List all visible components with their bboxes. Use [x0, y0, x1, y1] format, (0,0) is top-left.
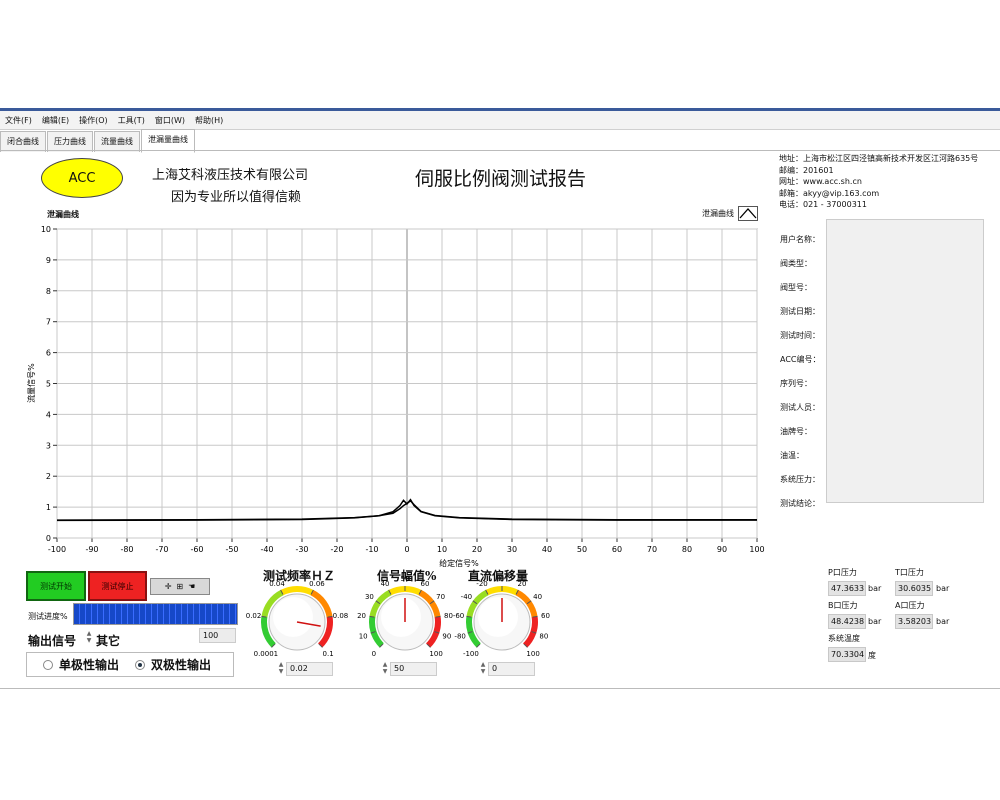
- frequency-gauge-tick-label: 0.06: [309, 580, 325, 588]
- amplitude-value[interactable]: 50: [390, 662, 437, 676]
- amplitude-gauge-tick-label: 10: [359, 633, 368, 641]
- offset-gauge-tick-label: 60: [541, 612, 550, 620]
- frequency-gauge-tick-label: 0.0001: [254, 650, 279, 658]
- gauge-dials: 0.0001 0.02 0.04 0.06 0.08 0.1 0 10 20 30 40 50 60 70…: [246, 575, 550, 658]
- amplitude-gauge-tick-label: 60: [421, 580, 430, 588]
- offset-gauge-tick-label: 20: [518, 580, 527, 588]
- offset-gauge-tick-label: -20: [476, 580, 487, 588]
- amplitude-gauge-tick-label: 80: [444, 612, 453, 620]
- frequency-spinner[interactable]: ▲ ▼: [277, 661, 285, 675]
- offset-gauge-tick-label: 80: [539, 633, 548, 641]
- amplitude-gauge-tick-label: 70: [436, 593, 445, 601]
- amplitude-gauge-highlight: [381, 597, 421, 637]
- amplitude-gauge-tick-label: 0: [372, 650, 376, 658]
- offset-gauge-tick-label: 40: [533, 593, 542, 601]
- offset-gauge-tick-label: -60: [453, 612, 464, 620]
- frequency-value[interactable]: 0.02: [286, 662, 333, 676]
- frequency-gauge-tick-label: 0.02: [246, 612, 262, 620]
- amplitude-gauge-tick-label: 30: [365, 593, 374, 601]
- frequency-gauge-arc: [280, 586, 314, 596]
- frequency-gauge-highlight: [273, 597, 313, 637]
- amplitude-gauge-tick-label: 40: [381, 580, 390, 588]
- offset-gauge-tick-label: -100: [463, 650, 479, 658]
- offset-gauge-tick-label: -80: [454, 633, 465, 641]
- amplitude-gauge-tick-label: 100: [429, 650, 442, 658]
- offset-gauge-highlight: [478, 597, 518, 637]
- amplitude-gauge-tick-label: 90: [442, 633, 451, 641]
- frequency-gauge-tick-label: 0.1: [323, 650, 334, 658]
- amplitude-gauge-tick-label: 20: [357, 612, 366, 620]
- offset-gauge-tick-label: -40: [461, 593, 472, 601]
- amplitude-gauge-tick-label: 50: [401, 575, 410, 583]
- amplitude-spinner[interactable]: ▲ ▼: [381, 661, 389, 675]
- frequency-gauge-tick-label: 0.04: [269, 580, 285, 588]
- offset-gauge-tick-label: 0: [500, 575, 504, 583]
- offset-spinner[interactable]: ▲ ▼: [479, 661, 487, 675]
- offset-value[interactable]: 0: [488, 662, 535, 676]
- frequency-gauge-tick-label: 0.08: [333, 612, 349, 620]
- offset-gauge-tick-label: 100: [526, 650, 539, 658]
